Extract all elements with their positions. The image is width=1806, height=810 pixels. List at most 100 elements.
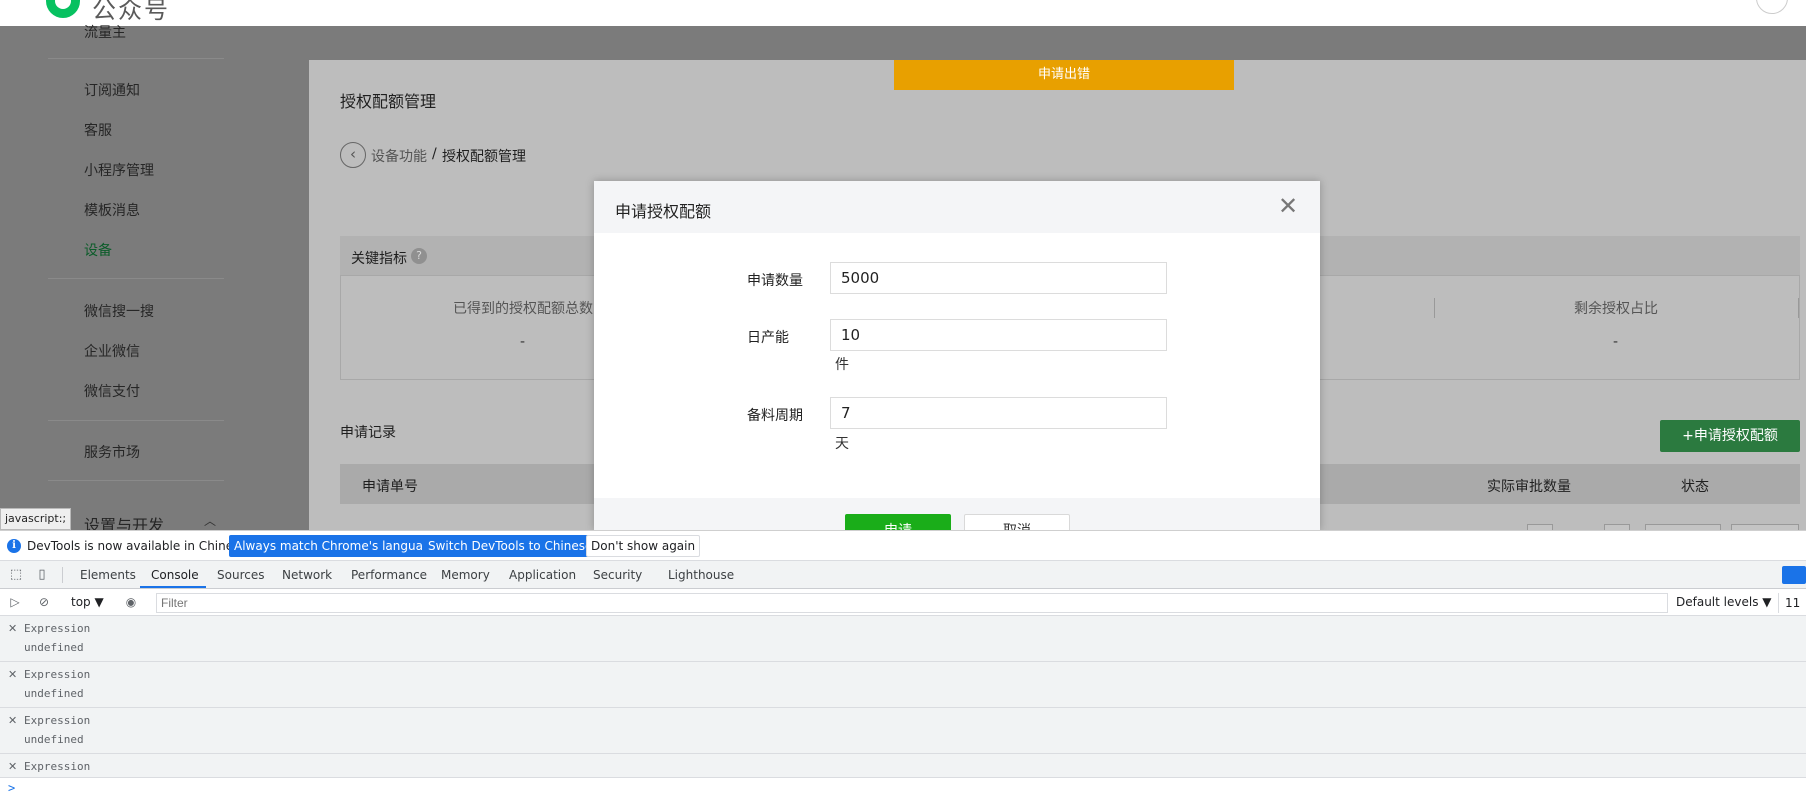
- issues-counter[interactable]: 11 Is: [1778, 593, 1806, 630]
- tab-security[interactable]: Security: [593, 568, 642, 582]
- back-arrow-icon[interactable]: ‹: [340, 142, 366, 168]
- context-selector[interactable]: top ▼: [71, 595, 104, 609]
- prep-cycle-label: 备料周期: [747, 408, 803, 424]
- daily-capacity-unit: 件: [835, 357, 849, 373]
- sidebar-item-customer-service[interactable]: 客服: [84, 120, 112, 140]
- sidebar-item-work-wechat[interactable]: 企业微信: [84, 341, 140, 361]
- device-toolbar-icon[interactable]: ▯: [34, 567, 50, 583]
- entry-expression: Expression: [24, 714, 91, 727]
- log-levels-dropdown[interactable]: Default levels ▼: [1676, 595, 1772, 609]
- inspect-element-icon[interactable]: ⬚: [8, 567, 24, 583]
- always-match-language-button[interactable]: Always match Chrome's language: [229, 535, 443, 557]
- console-toolbar: ▷ ⊘ top ▼ ◉ Default levels ▼ 11 Is: [0, 589, 1806, 630]
- notification-bell-icon[interactable]: [1756, 0, 1788, 14]
- records-title: 申请记录: [340, 425, 396, 441]
- kpi-value-remaining-ratio: -: [1613, 334, 1619, 350]
- wechat-logo-icon: [46, 0, 80, 18]
- chevron-up-icon[interactable]: ︿: [204, 512, 216, 529]
- daily-capacity-input[interactable]: [830, 319, 1167, 351]
- submit-button[interactable]: 申请: [845, 514, 951, 530]
- eye-icon[interactable]: ◉: [124, 595, 138, 609]
- console-messages: ✕ Expression undefined ✕ Expression unde…: [0, 616, 1806, 810]
- kpi-divider: [1434, 298, 1435, 318]
- breadcrumb-parent[interactable]: 设备功能: [371, 146, 427, 166]
- info-icon: i: [7, 539, 21, 553]
- help-icon[interactable]: ?: [411, 248, 427, 264]
- entry-expression: Expression: [24, 668, 91, 681]
- kpi-divider: [1798, 298, 1799, 318]
- close-icon[interactable]: ✕: [8, 714, 17, 727]
- column-header-order-id: 申请单号: [362, 479, 418, 495]
- tab-network[interactable]: Network: [282, 568, 332, 582]
- dont-show-again-button[interactable]: Don't show again: [586, 535, 701, 557]
- entry-expression: Expression: [24, 760, 91, 773]
- sidebar-item-wechat-search[interactable]: 微信搜一搜: [84, 301, 154, 321]
- active-tab-indicator: [140, 586, 206, 588]
- link-status-tooltip: javascript:;: [0, 508, 72, 530]
- prep-cycle-input[interactable]: [830, 397, 1167, 429]
- quantity-input[interactable]: [830, 262, 1167, 294]
- breadcrumb-separator: /: [432, 146, 437, 162]
- app-header: 公众号: [0, 0, 1806, 26]
- sidebar-divider: [48, 420, 224, 421]
- dialog-title: 申请授权配额: [615, 202, 712, 221]
- devtools-panel: i DevTools is now available in Chinese! …: [0, 530, 1806, 810]
- clear-console-icon[interactable]: ⊘: [37, 595, 51, 609]
- sidebar-item-subscription-notice[interactable]: 订阅通知: [84, 80, 140, 100]
- tab-console[interactable]: Console: [151, 568, 199, 582]
- sidebar-item-service-market[interactable]: 服务市场: [84, 442, 140, 462]
- entry-result: undefined: [24, 733, 84, 746]
- console-prompt[interactable]: >: [8, 781, 15, 795]
- sidebar-toggle-icon[interactable]: ▷: [8, 595, 22, 609]
- tab-lighthouse[interactable]: Lighthouse: [668, 568, 734, 582]
- entry-expression: Expression: [24, 622, 91, 635]
- close-icon[interactable]: ✕: [8, 622, 17, 635]
- column-header-status: 状态: [1681, 479, 1709, 495]
- column-header-approved-count: 实际审批数量: [1487, 479, 1571, 495]
- tab-application[interactable]: Application: [509, 568, 576, 582]
- close-icon[interactable]: ✕: [1278, 193, 1298, 219]
- tab-elements[interactable]: Elements: [80, 568, 136, 582]
- devtools-language-infobar: i DevTools is now available in Chinese! …: [0, 531, 1806, 561]
- console-entry: ✕ Expression undefined: [0, 616, 1806, 662]
- dialog-footer: [594, 498, 1320, 530]
- entry-result: undefined: [24, 641, 84, 654]
- prep-cycle-unit: 天: [835, 436, 849, 452]
- cancel-button[interactable]: 取消: [964, 514, 1070, 530]
- entry-result: undefined: [24, 687, 84, 700]
- console-entry: ✕ Expression: [0, 754, 1806, 778]
- daily-capacity-label: 日产能: [747, 330, 789, 346]
- error-banner: 申请出错: [894, 60, 1234, 90]
- sidebar-divider: [48, 278, 224, 279]
- sidebar-item-miniprogram[interactable]: 小程序管理: [84, 160, 154, 180]
- console-filter-input[interactable]: [156, 593, 1668, 613]
- apply-quota-button[interactable]: +申请授权配额: [1660, 420, 1800, 452]
- sidebar-item-template-message[interactable]: 模板消息: [84, 200, 140, 220]
- sidebar-item-device[interactable]: 设备: [84, 240, 112, 260]
- infobar-message: DevTools is now available in Chinese!: [27, 539, 252, 553]
- switch-to-chinese-button[interactable]: Switch DevTools to Chinese: [423, 535, 598, 557]
- sidebar-item-traffic-master[interactable]: 流量主: [84, 22, 126, 42]
- kpi-title: 关键指标: [351, 251, 407, 267]
- breadcrumb-current: 授权配额管理: [442, 149, 526, 165]
- kpi-value-total-quota: -: [520, 334, 526, 350]
- apply-quota-dialog: 申请授权配额 ✕ 申请数量 日产能 件 备料周期 天 申请 取消: [594, 181, 1320, 530]
- quantity-label: 申请数量: [747, 273, 803, 289]
- tab-performance[interactable]: Performance: [351, 568, 427, 582]
- close-icon[interactable]: ✕: [8, 760, 17, 773]
- tab-memory[interactable]: Memory: [441, 568, 490, 582]
- sidebar-item-wechat-pay[interactable]: 微信支付: [84, 381, 140, 401]
- tab-sources[interactable]: Sources: [217, 568, 264, 582]
- sidebar-divider: [48, 480, 224, 481]
- screen: 公众号 流量主 订阅通知 客服 小程序管理 模板消息 设备 微信搜一搜 企业微信…: [0, 0, 1806, 810]
- toolbar-separator: [62, 567, 63, 583]
- feedback-icon[interactable]: [1782, 566, 1806, 584]
- console-entry: ✕ Expression undefined: [0, 662, 1806, 708]
- kpi-label-remaining-ratio: 剩余授权占比: [1574, 301, 1658, 317]
- kpi-label-total-quota: 已得到的授权配额总数: [453, 301, 593, 317]
- console-entry: ✕ Expression undefined: [0, 708, 1806, 754]
- close-icon[interactable]: ✕: [8, 668, 17, 681]
- devtools-tabbar: ⬚ ▯ Elements Console Sources Network Per…: [0, 561, 1806, 589]
- page-title: 授权配额管理: [340, 92, 437, 111]
- sidebar-divider: [48, 58, 224, 59]
